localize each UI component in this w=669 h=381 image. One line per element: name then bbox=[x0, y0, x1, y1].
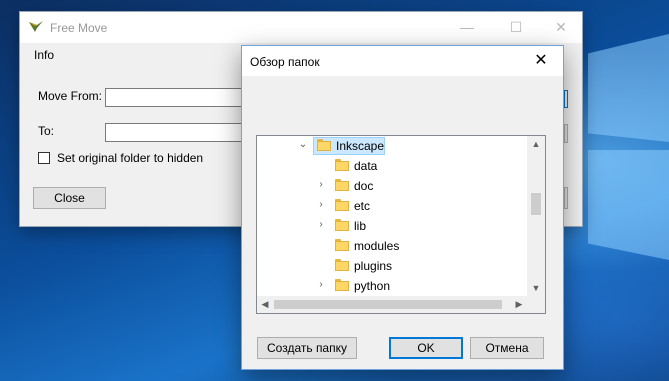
horizontal-scrollbar[interactable]: ◀ ▶ bbox=[257, 296, 527, 313]
to-field[interactable] bbox=[105, 123, 243, 142]
tree-item-plugins[interactable]: plugins bbox=[257, 256, 527, 276]
tree-item-inkscape[interactable]: ⌄ Inkscape bbox=[257, 136, 527, 156]
tree-item-label: Inkscape bbox=[336, 139, 385, 153]
move-from-browse-button[interactable] bbox=[564, 90, 568, 108]
scroll-right-icon[interactable]: ▶ bbox=[511, 296, 527, 313]
windows-logo-pane bbox=[588, 34, 669, 142]
scroll-up-icon[interactable]: ▲ bbox=[527, 136, 545, 152]
minimize-button[interactable]: — bbox=[444, 12, 490, 43]
folder-icon bbox=[335, 199, 349, 211]
move-button[interactable] bbox=[564, 187, 568, 209]
chevron-right-icon[interactable]: › bbox=[315, 198, 327, 212]
chevron-right-icon[interactable]: › bbox=[315, 178, 327, 192]
tree-item-label: plugins bbox=[354, 259, 393, 273]
folder-tree[interactable]: ⌄ Inkscape data › doc › etc › lib module… bbox=[256, 135, 546, 314]
tree-item-label: modules bbox=[354, 239, 400, 253]
to-browse-button[interactable] bbox=[564, 124, 568, 143]
chevron-down-icon[interactable]: ⌄ bbox=[297, 138, 309, 152]
browse-folder-dialog: Обзор папок ✕ ⌄ Inkscape data › doc › et… bbox=[241, 45, 564, 370]
dialog-title: Обзор папок bbox=[250, 55, 320, 69]
windows-logo-pane bbox=[588, 150, 669, 260]
move-from-label: Move From: bbox=[38, 89, 103, 103]
tree-item-label: lib bbox=[354, 219, 367, 233]
cancel-button[interactable]: Отмена bbox=[470, 337, 544, 359]
folder-icon bbox=[335, 219, 349, 231]
folder-icon bbox=[335, 239, 349, 251]
close-button[interactable]: Close bbox=[33, 187, 106, 209]
maximize-button[interactable]: ☐ bbox=[493, 12, 539, 43]
tree-item-label: data bbox=[354, 159, 378, 173]
tree-item-data[interactable]: data bbox=[257, 156, 527, 176]
hidden-checkbox[interactable] bbox=[38, 152, 50, 164]
close-icon[interactable]: ✕ bbox=[519, 46, 563, 76]
ok-button[interactable]: OK bbox=[389, 337, 463, 359]
scroll-down-icon[interactable]: ▼ bbox=[527, 280, 545, 296]
folder-icon bbox=[335, 259, 349, 271]
to-label: To: bbox=[38, 124, 55, 138]
dialog-titlebar[interactable]: Обзор папок ✕ bbox=[242, 46, 563, 76]
vertical-scroll-thumb[interactable] bbox=[531, 193, 541, 215]
hidden-checkbox-label[interactable]: Set original folder to hidden bbox=[57, 151, 203, 165]
tree-item-etc[interactable]: › etc bbox=[257, 196, 527, 216]
folder-icon bbox=[335, 279, 349, 291]
menu-item-info[interactable]: Info bbox=[34, 48, 54, 62]
new-folder-button[interactable]: Создать папку bbox=[257, 337, 357, 359]
folder-icon bbox=[335, 159, 349, 171]
tree-item-label: etc bbox=[354, 199, 371, 213]
horizontal-scroll-thumb[interactable] bbox=[274, 300, 502, 309]
tree-item-label: doc bbox=[354, 179, 374, 193]
scroll-left-icon[interactable]: ◀ bbox=[257, 296, 273, 313]
tree-item-label: python bbox=[354, 279, 391, 293]
move-from-field[interactable] bbox=[105, 88, 243, 107]
free-move-titlebar[interactable]: Free Move — ☐ ✕ bbox=[20, 12, 582, 43]
chevron-right-icon[interactable]: › bbox=[315, 278, 327, 292]
tree-item-python[interactable]: › python bbox=[257, 276, 527, 296]
chevron-right-icon[interactable]: › bbox=[315, 218, 327, 232]
window-title: Free Move bbox=[50, 21, 108, 35]
folder-icon bbox=[317, 139, 331, 151]
close-window-button[interactable]: ✕ bbox=[538, 12, 584, 43]
tree-item-lib[interactable]: › lib bbox=[257, 216, 527, 236]
free-move-app-icon bbox=[29, 21, 43, 32]
scrollbar-corner bbox=[527, 296, 545, 313]
vertical-scrollbar[interactable]: ▲ ▼ bbox=[527, 136, 545, 296]
tree-item-doc[interactable]: › doc bbox=[257, 176, 527, 196]
tree-item-modules[interactable]: modules bbox=[257, 236, 527, 256]
folder-icon bbox=[335, 179, 349, 191]
